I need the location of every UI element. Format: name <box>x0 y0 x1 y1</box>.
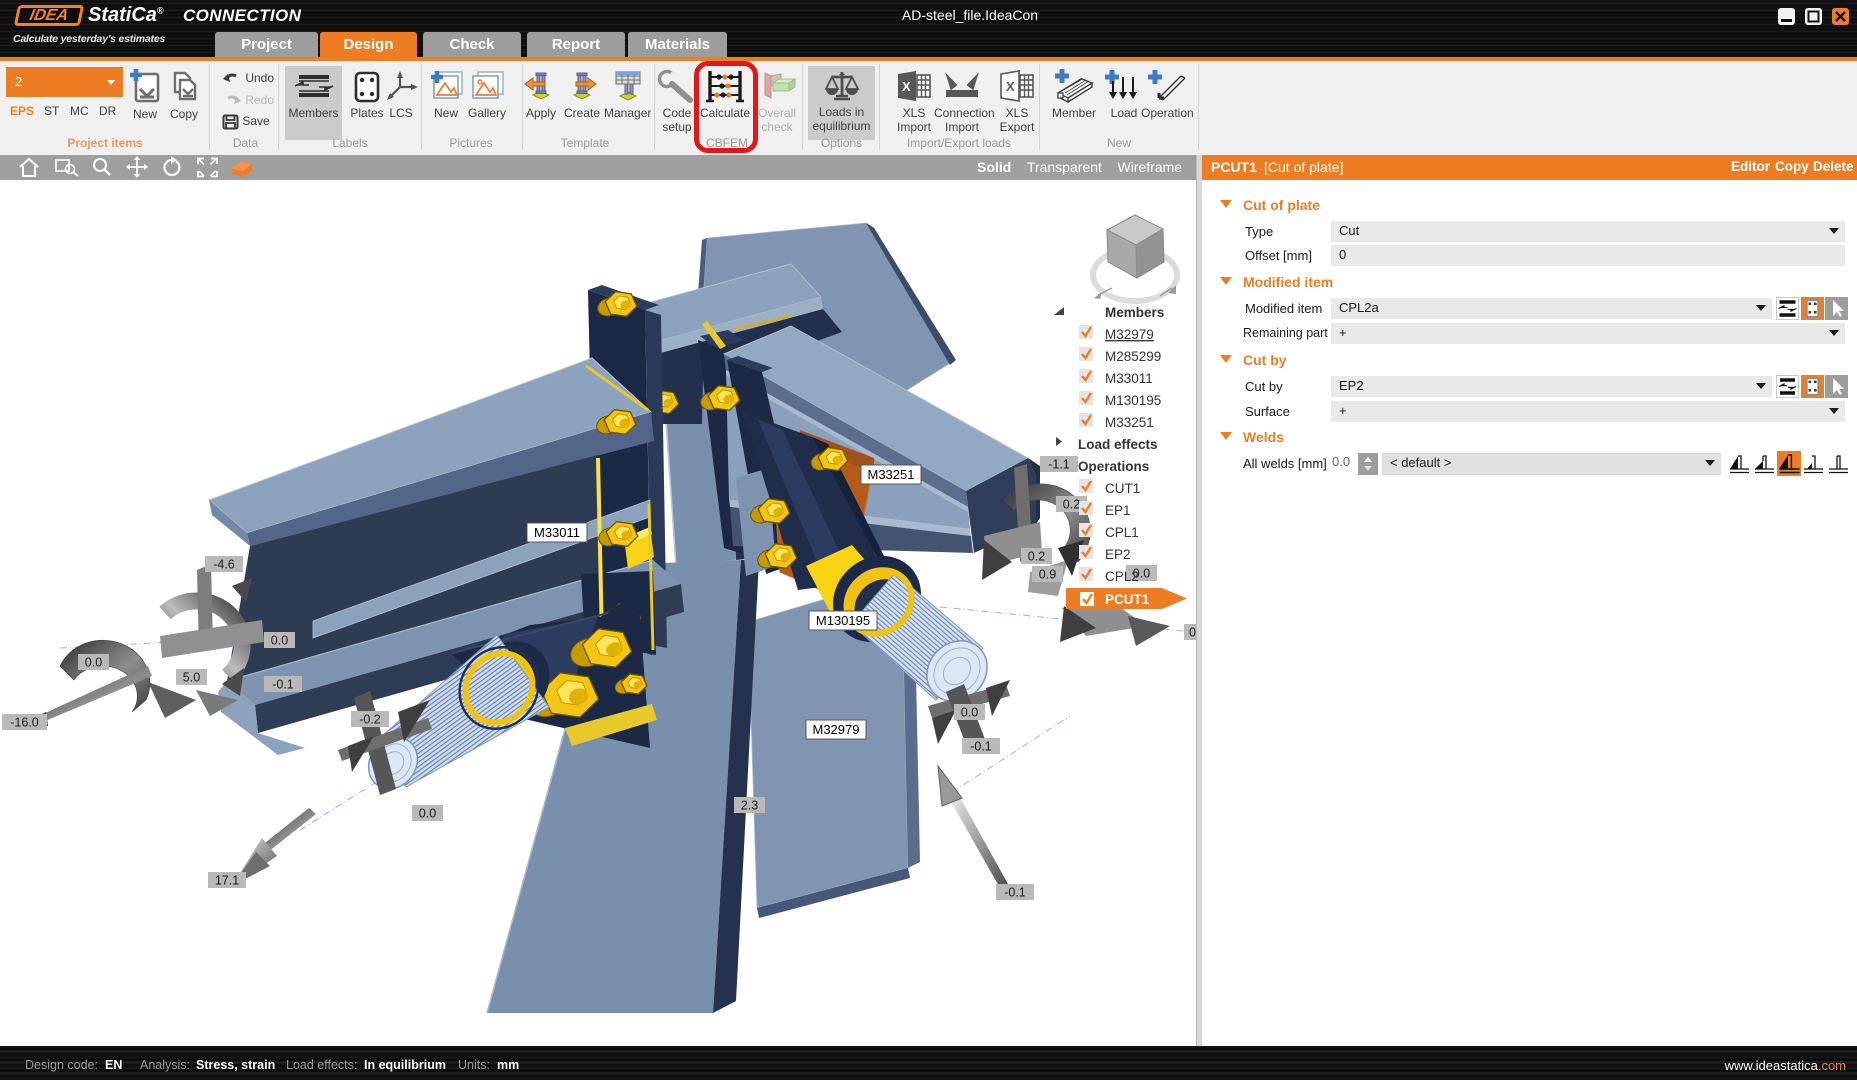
svg-text:M285299: M285299 <box>1105 349 1161 364</box>
svg-text:CUT1: CUT1 <box>1105 481 1140 496</box>
svg-text:-16.0: -16.0 <box>10 716 39 730</box>
svg-text:M130195: M130195 <box>1105 393 1161 408</box>
svg-text:Operations: Operations <box>1078 459 1149 474</box>
svg-text:M33251: M33251 <box>868 467 915 482</box>
svg-text:M33011: M33011 <box>1105 371 1153 386</box>
svg-text:CPL1: CPL1 <box>1105 525 1139 540</box>
svg-text:0.0: 0.0 <box>419 807 436 821</box>
svg-text:CPL2: CPL2 <box>1105 569 1139 584</box>
svg-text:EP1: EP1 <box>1105 503 1131 518</box>
svg-text:-0.2: -0.2 <box>359 713 381 727</box>
svg-text:M33011: M33011 <box>534 525 580 540</box>
svg-text:M32979: M32979 <box>1105 327 1154 342</box>
svg-text:EP2: EP2 <box>1105 547 1131 562</box>
svg-text:0.0: 0.0 <box>961 706 978 720</box>
svg-text:-0.1: -0.1 <box>1004 886 1026 900</box>
svg-text:M130195: M130195 <box>816 613 870 628</box>
svg-text:0: 0 <box>1189 626 1196 640</box>
svg-text:X: X <box>902 79 911 94</box>
svg-text:-4.6: -4.6 <box>213 558 235 572</box>
svg-text:M32979: M32979 <box>813 722 860 737</box>
svg-text:0.0: 0.0 <box>85 656 102 670</box>
svg-text:PCUT1: PCUT1 <box>1105 592 1150 607</box>
svg-text:2.3: 2.3 <box>741 799 758 813</box>
svg-text:0.2: 0.2 <box>1028 550 1045 564</box>
svg-text:17.1: 17.1 <box>215 874 239 888</box>
svg-text:Load effects: Load effects <box>1078 437 1158 452</box>
svg-text:X: X <box>1006 79 1015 94</box>
svg-text:Members: Members <box>1105 305 1164 320</box>
svg-text:0.0: 0.0 <box>271 634 288 648</box>
svg-text:-0.1: -0.1 <box>272 678 294 692</box>
svg-text:5.0: 5.0 <box>183 671 200 685</box>
svg-text:M33251: M33251 <box>1105 415 1154 430</box>
svg-text:-0.1: -0.1 <box>970 740 992 754</box>
